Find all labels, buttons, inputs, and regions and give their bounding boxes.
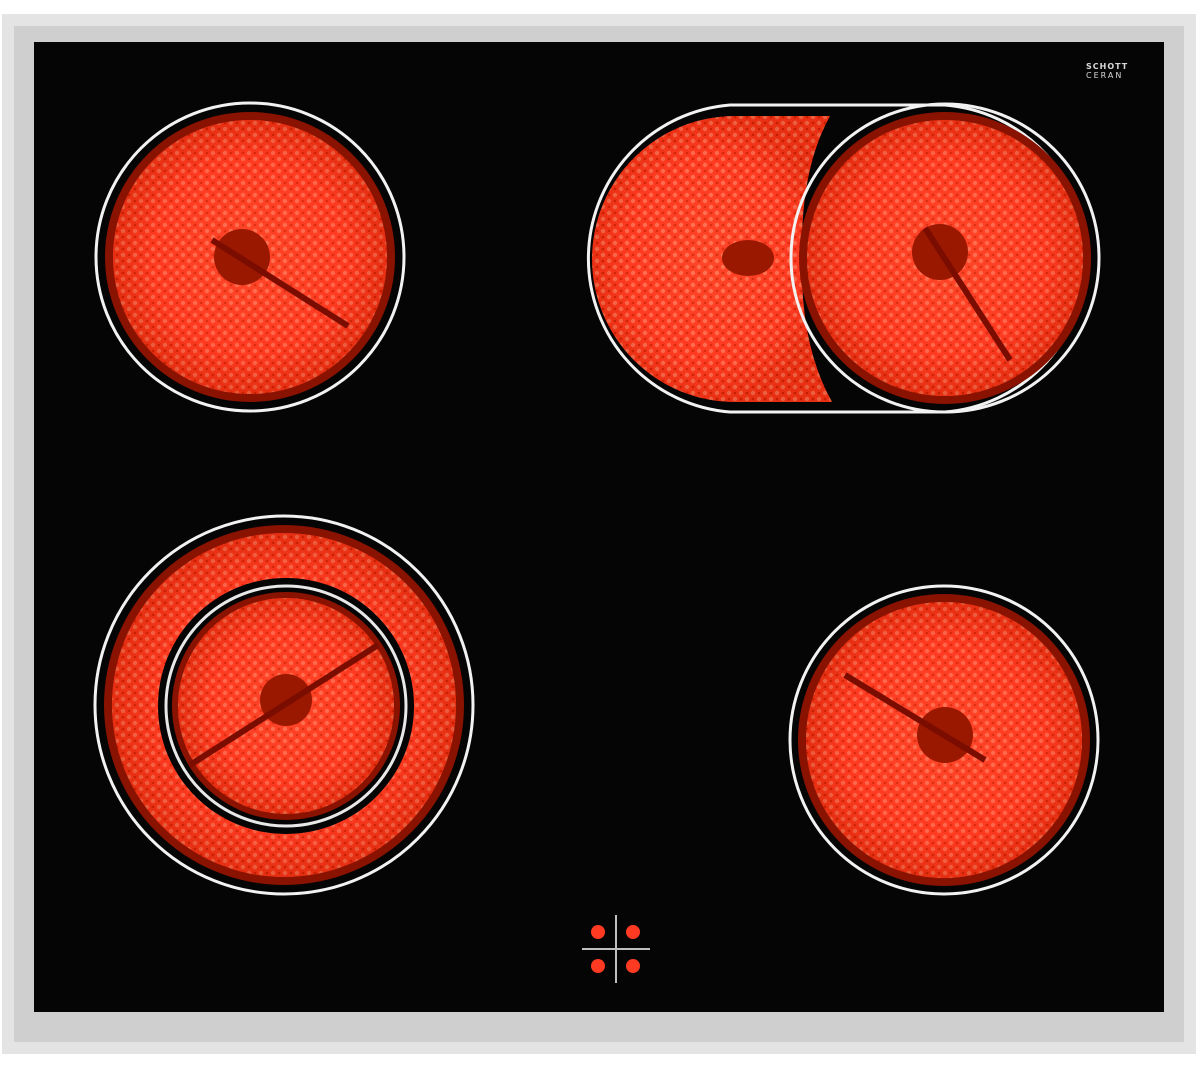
brand-logo-line2: CERAN [1086,71,1124,80]
indicator-dot [626,959,640,973]
indicator-dot [626,925,640,939]
cooktop-photo: SCHOTT CERAN [0,0,1200,1060]
indicator-dot [591,925,605,939]
brand-logo-line1: SCHOTT [1086,62,1129,71]
indicator-dot [591,959,605,973]
cooktop-svg [2,14,1196,1054]
brand-logo: SCHOTT CERAN [1086,62,1150,80]
